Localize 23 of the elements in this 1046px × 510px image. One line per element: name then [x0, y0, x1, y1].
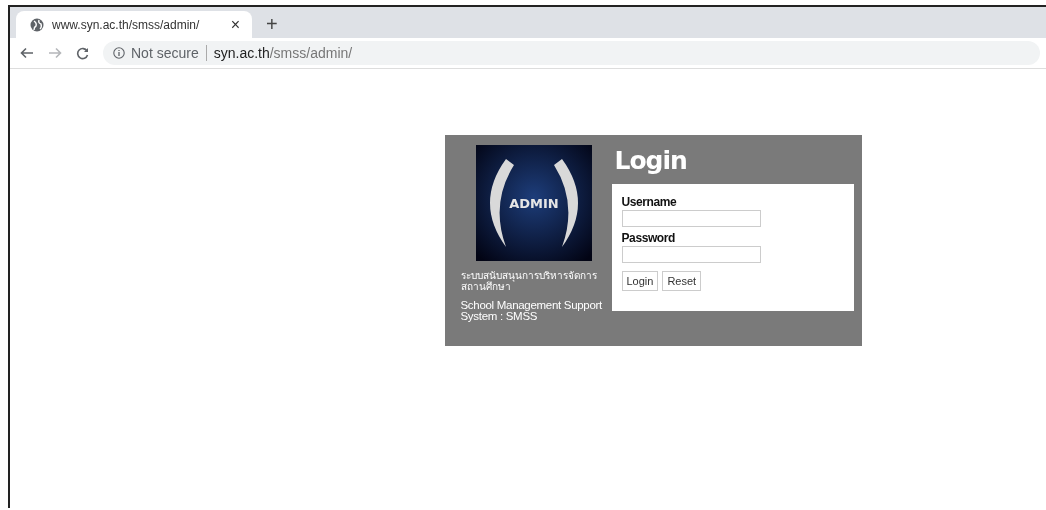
back-icon[interactable]: [20, 47, 34, 59]
input-field[interactable]: [621, 210, 761, 227]
close-tab-button[interactable]: ×: [226, 15, 244, 34]
globe-icon: [30, 17, 44, 32]
forward-icon[interactable]: [48, 47, 62, 59]
browser-tab[interactable]: www.syn.ac.th/smss/admin/ ×: [16, 11, 252, 38]
url-host: syn.ac.th: [213, 45, 270, 61]
field-label: Password: [621, 232, 676, 245]
form-button[interactable]: Login: [621, 271, 659, 291]
form-button[interactable]: Reset: [662, 271, 702, 291]
system-name-thai: ระบบสนับสนุนการบริหารจัดการ สถานศึกษา: [460, 270, 598, 292]
address-bar[interactable]: Not secure syn.ac.th/smss/admin/: [103, 41, 1040, 65]
login-title: Login: [614, 146, 688, 176]
security-label: Not secure: [131, 45, 199, 61]
reload-icon[interactable]: [76, 46, 89, 60]
admin-logo: ADMIN: [475, 145, 592, 261]
new-tab-button[interactable]: +: [262, 13, 282, 35]
system-name: School Management Support System : SMSS: [460, 300, 603, 322]
tab-title: www.syn.ac.th/smss/admin/: [52, 17, 201, 32]
url-path: /smss/admin/: [269, 45, 353, 61]
info-icon: [113, 47, 125, 59]
input-field[interactable]: [621, 246, 761, 263]
field-label: Username: [621, 196, 678, 209]
